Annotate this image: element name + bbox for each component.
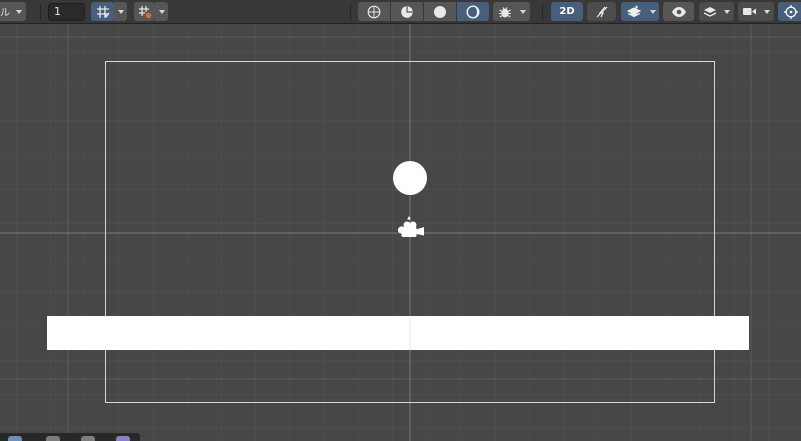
render-debug-dropdown[interactable]: [516, 2, 530, 21]
draw-mode-label: ル: [0, 8, 10, 19]
render-debug-button[interactable]: [493, 2, 516, 21]
unlit-shading-button[interactable]: [457, 2, 489, 21]
gizmo-crosshair-icon: [783, 4, 798, 19]
chevron-down-icon: [764, 9, 771, 14]
crescent-icon: [466, 4, 480, 19]
chevron-down-icon: [649, 9, 656, 14]
increment-snap-icon: [138, 5, 151, 18]
ground-sprite[interactable]: [47, 316, 749, 350]
video-camera-icon: [742, 8, 756, 15]
grid-snap-icon: [96, 5, 110, 18]
toolbar-separator: [542, 4, 543, 20]
chevron-down-icon: [16, 9, 22, 14]
chevron-down-icon: [158, 9, 165, 14]
draw-mode-dropdown[interactable]: ル: [0, 2, 26, 21]
gizmos-toggle[interactable]: [778, 2, 801, 21]
grid-snapping-toggle[interactable]: [91, 2, 114, 21]
scene-visibility-toggle[interactable]: [663, 2, 694, 21]
scene-effects-toggle[interactable]: [621, 2, 646, 21]
toolbar-separator: [350, 4, 351, 20]
scene-camera-dropdown[interactable]: [738, 2, 774, 21]
circle-sprite[interactable]: [393, 161, 427, 195]
eye-icon: [671, 6, 686, 17]
scene-viewport[interactable]: [0, 24, 801, 441]
scene-effects-dropdown[interactable]: [646, 2, 659, 21]
shaded-sphere-icon: [434, 5, 446, 18]
grid-snapping-dropdown[interactable]: [114, 2, 127, 21]
shaded-wireframe-button[interactable]: [391, 2, 423, 21]
chevron-down-icon: [520, 9, 526, 14]
2d-mode-label: 2D: [559, 6, 575, 17]
overlay-tab[interactable]: [81, 436, 95, 441]
layers-icon: [703, 6, 717, 17]
overlay-tab[interactable]: [116, 436, 130, 441]
shaded-wireframe-sphere-icon: [401, 5, 413, 18]
lighting-off-icon: [596, 6, 607, 17]
bug-icon: [498, 6, 511, 17]
grid-size-field[interactable]: 1: [48, 3, 85, 21]
wireframe-shading-button[interactable]: [358, 2, 390, 21]
scene-lighting-toggle[interactable]: [587, 2, 616, 21]
scene-toolbar: ル 1 2D: [0, 0, 801, 24]
overlay-tab[interactable]: [46, 436, 60, 441]
increment-snapping-toggle[interactable]: [134, 2, 155, 21]
increment-snapping-dropdown[interactable]: [155, 2, 168, 21]
2d-mode-toggle[interactable]: 2D: [551, 2, 583, 21]
wireframe-sphere-icon: [367, 5, 381, 18]
overlay-tab[interactable]: [8, 436, 22, 441]
chevron-down-icon: [724, 9, 731, 14]
layers-sparkle-icon: [626, 5, 641, 17]
layers-dropdown[interactable]: [699, 2, 734, 21]
scene-canvas[interactable]: [0, 24, 801, 441]
shaded-button[interactable]: [424, 2, 456, 21]
chevron-down-icon: [117, 9, 124, 14]
toolbar-separator: [40, 4, 41, 20]
